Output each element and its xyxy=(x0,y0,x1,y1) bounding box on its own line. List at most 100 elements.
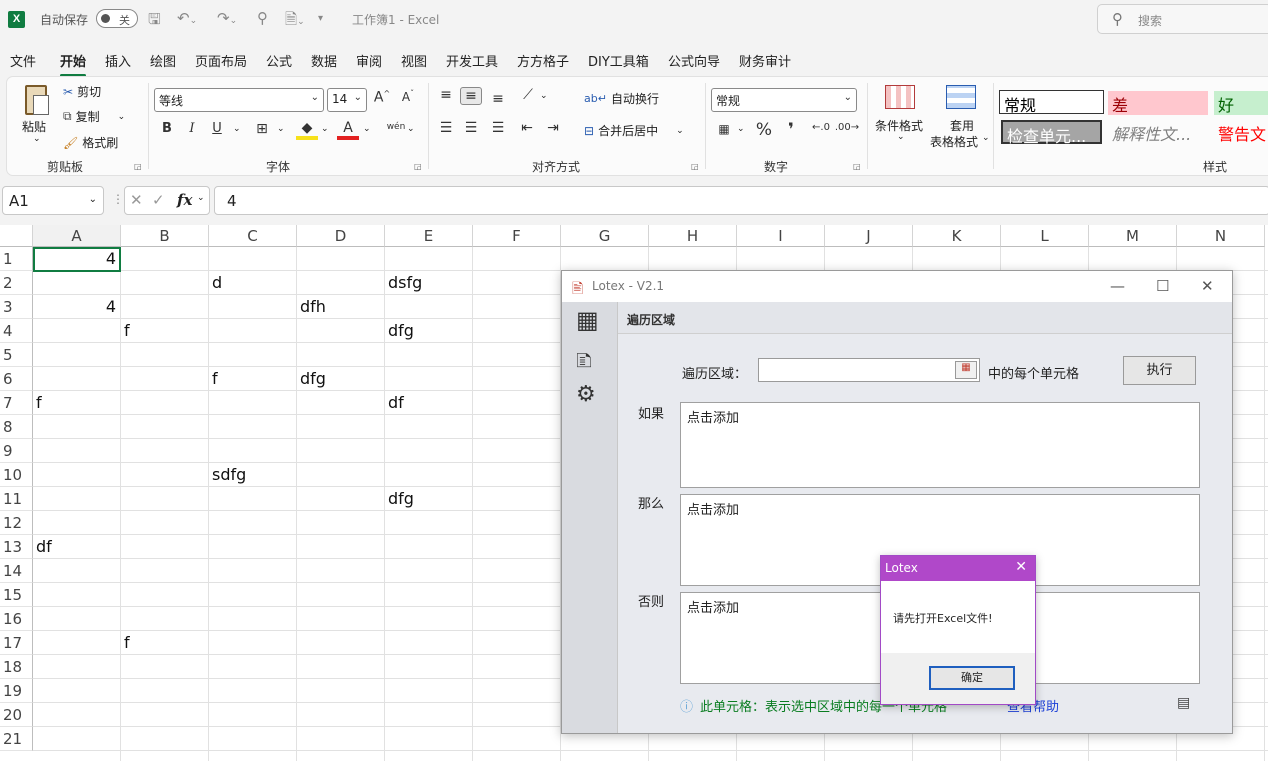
font-launcher-icon[interactable]: ◲ xyxy=(414,162,422,171)
insert-function-icon[interactable]: fx xyxy=(177,191,192,209)
row-header-5[interactable]: 5 xyxy=(0,343,33,367)
drag-handle-icon[interactable]: ⋮ xyxy=(112,192,124,206)
row-header-8[interactable]: 8 xyxy=(0,415,33,439)
cell-b4[interactable]: f xyxy=(124,319,204,343)
chevron-down-icon[interactable]: ⌄ xyxy=(197,193,205,203)
column-header-k[interactable]: K xyxy=(913,225,1001,247)
chevron-down-icon[interactable]: ⌄ xyxy=(321,124,329,134)
phonetic-icon[interactable]: wén xyxy=(382,122,410,132)
customize-toolbar-icon[interactable]: ▾ xyxy=(318,13,323,24)
paste-dropdown-icon[interactable]: ⌄ xyxy=(33,134,41,144)
chevron-down-icon[interactable]: ⌄ xyxy=(277,124,285,134)
cut-button[interactable]: ✂ 剪切 xyxy=(63,83,101,100)
align-bottom-icon[interactable]: ≡ xyxy=(487,91,509,107)
column-header-i[interactable]: I xyxy=(737,225,825,247)
column-header-l[interactable]: L xyxy=(1001,225,1089,247)
column-header-j[interactable]: J xyxy=(825,225,913,247)
close-icon[interactable]: ✕ xyxy=(1201,277,1214,295)
row-header-19[interactable]: 19 xyxy=(0,679,33,703)
font-family-select[interactable]: 等线 ⌄ xyxy=(154,88,324,112)
enter-icon[interactable]: ✓ xyxy=(152,191,165,209)
style-bad[interactable]: 差 xyxy=(1108,91,1208,115)
style-explanatory[interactable]: 解释性文... xyxy=(1108,120,1212,144)
cell-e2[interactable]: dsfg xyxy=(388,271,468,295)
fill-color-icon[interactable]: ◆ xyxy=(296,120,318,140)
chevron-down-icon[interactable]: ⌄ xyxy=(982,133,990,143)
column-header-c[interactable]: C xyxy=(209,225,297,247)
row-header-11[interactable]: 11 xyxy=(0,487,33,511)
form-icon[interactable]: 🗎⌄ xyxy=(285,9,305,34)
cell-e7[interactable]: df xyxy=(388,391,468,415)
style-warning[interactable]: 警告文 xyxy=(1214,120,1268,144)
cancel-icon[interactable]: ✕ xyxy=(130,191,143,209)
chevron-down-icon[interactable]: ⌄ xyxy=(407,124,415,134)
table-format-icon[interactable] xyxy=(946,85,976,109)
underline-button[interactable]: U xyxy=(206,121,228,136)
undo-icon[interactable]: ↶⌄ xyxy=(177,9,197,27)
decrease-indent-icon[interactable]: ⇤ xyxy=(516,120,538,136)
row-header-15[interactable]: 15 xyxy=(0,583,33,607)
row-header-18[interactable]: 18 xyxy=(0,655,33,679)
range-input[interactable]: ▦ xyxy=(758,358,980,382)
align-right-icon[interactable]: ☰ xyxy=(487,120,509,136)
column-header-e[interactable]: E xyxy=(385,225,473,247)
style-check-cell[interactable]: 检查单元... xyxy=(1001,120,1102,146)
increase-decimal-icon[interactable]: ←.0 xyxy=(808,122,834,133)
conditional-format-icon[interactable] xyxy=(885,85,915,109)
cell-c10[interactable]: sdfg xyxy=(212,463,292,487)
merge-center-button[interactable]: ⊟ 合并后居中 ⌄ xyxy=(584,122,684,139)
style-normal[interactable]: 常规 xyxy=(999,90,1104,115)
format-painter-button[interactable]: 🖌 格式刷 xyxy=(63,134,118,151)
row-header-12[interactable]: 12 xyxy=(0,511,33,535)
cell-d6[interactable]: dfg xyxy=(300,367,380,391)
row-header-10[interactable]: 10 xyxy=(0,463,33,487)
minimize-icon[interactable]: — xyxy=(1110,277,1125,295)
paste-icon[interactable] xyxy=(21,83,53,119)
row-header-14[interactable]: 14 xyxy=(0,559,33,583)
column-header-a[interactable]: A xyxy=(33,225,121,247)
table-format-label-2[interactable]: 表格格式 xyxy=(930,133,978,150)
decrease-decimal-icon[interactable]: .00→ xyxy=(834,122,860,133)
ok-button[interactable]: 确定 xyxy=(929,666,1015,690)
tab-file[interactable]: 文件 xyxy=(10,51,36,70)
increase-indent-icon[interactable]: ⇥ xyxy=(542,120,564,136)
maximize-icon[interactable]: ☐ xyxy=(1156,277,1169,295)
column-header-h[interactable]: H xyxy=(649,225,737,247)
excel-file-icon[interactable]: 🗈 xyxy=(576,344,592,382)
tab-formula-wizard[interactable]: 公式向导 xyxy=(668,51,720,70)
formula-input[interactable]: 4 xyxy=(214,186,1268,215)
tab-data[interactable]: 数据 xyxy=(311,51,337,70)
tab-review[interactable]: 审阅 xyxy=(356,51,382,70)
select-all-corner[interactable] xyxy=(0,225,33,247)
tab-financial-audit[interactable]: 财务审计 xyxy=(739,51,791,70)
increase-font-icon[interactable]: A^ xyxy=(371,89,393,106)
chevron-down-icon[interactable]: ⌄ xyxy=(897,132,905,142)
range-picker-icon[interactable]: ▦ xyxy=(955,361,977,379)
search-box[interactable]: ⚲ 搜索 xyxy=(1097,4,1268,34)
tab-traverse-range[interactable]: 遍历区域 xyxy=(627,311,675,328)
column-header-f[interactable]: F xyxy=(473,225,561,247)
number-format-select[interactable]: 常规 ⌄ xyxy=(711,88,857,112)
italic-button[interactable]: I xyxy=(181,121,203,136)
cell-a13[interactable]: df xyxy=(36,535,116,559)
row-header-13[interactable]: 13 xyxy=(0,535,33,559)
search-icon[interactable]: ⚲ xyxy=(257,9,268,27)
font-color-icon[interactable]: A xyxy=(337,120,359,140)
name-box[interactable]: A1 ⌄ xyxy=(2,186,104,215)
style-good[interactable]: 好 xyxy=(1214,91,1268,115)
column-header-g[interactable]: G xyxy=(561,225,649,247)
cell-e11[interactable]: dfg xyxy=(388,487,468,511)
row-header-16[interactable]: 16 xyxy=(0,607,33,631)
align-center-icon[interactable]: ☰ xyxy=(460,120,482,136)
align-middle-icon[interactable]: ≡ xyxy=(460,87,482,105)
chevron-down-icon[interactable]: ⌄ xyxy=(363,124,371,134)
log-icon[interactable]: ▤ xyxy=(1177,695,1190,711)
orientation-icon[interactable]: ⟋ xyxy=(517,87,539,103)
tab-draw[interactable]: 绘图 xyxy=(150,51,176,70)
copy-button[interactable]: ⧉ 复制 ⌄ xyxy=(63,108,125,125)
tab-fangfanggezi[interactable]: 方方格子 xyxy=(517,51,569,70)
number-launcher-icon[interactable]: ◲ xyxy=(853,162,861,171)
row-header-21[interactable]: 21 xyxy=(0,727,33,751)
row-header-1[interactable]: 1 xyxy=(0,247,33,271)
row-header-6[interactable]: 6 xyxy=(0,367,33,391)
